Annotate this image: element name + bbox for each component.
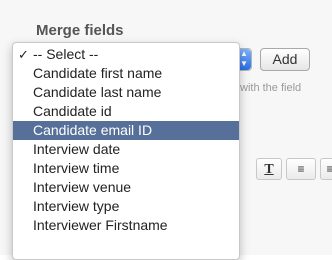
option-label: Candidate email ID [33,122,153,138]
dropdown-option[interactable]: Candidate id [13,102,239,121]
option-label: Interview time [33,160,120,176]
dropdown-option[interactable]: Interviewer Firstname [13,216,239,235]
dropdown-option[interactable]: Candidate first name [13,64,239,83]
option-label: Candidate last name [33,84,162,100]
option-label: Interview type [33,198,120,214]
merge-fields-heading: Merge fields [36,22,124,39]
merge-fields-dropdown[interactable]: ✓ -- Select -- Candidate first name Cand… [12,42,240,260]
editor-toolbar: T ≡ ≡ [252,158,332,182]
clear-format-icon: T [264,162,274,177]
clear-format-button[interactable]: T [256,158,282,180]
option-label: Interview venue [33,179,132,195]
dropdown-option[interactable]: Interview time [13,159,239,178]
option-label: Candidate first name [33,65,163,81]
dropdown-option-highlighted[interactable]: Candidate email ID [13,121,239,140]
checkmark-icon: ✓ [18,47,29,62]
align-center-button[interactable]: ≡ [320,158,332,180]
dropdown-option[interactable]: Candidate last name [13,83,239,102]
dropdown-option[interactable]: Interview venue [13,178,239,197]
option-label: -- Select -- [33,46,99,62]
option-label: Candidate id [33,103,112,119]
dropdown-option[interactable]: Interview type [13,197,239,216]
hint-text: with the field [240,82,302,94]
align-left-button[interactable]: ≡ [286,158,316,180]
dropdown-option-select[interactable]: ✓ -- Select -- [13,45,239,64]
dropdown-option[interactable]: Interview date [13,140,239,159]
option-label: Interviewer Firstname [33,217,168,233]
add-button[interactable]: Add [260,48,310,71]
align-left-icon: ≡ [297,162,305,176]
option-label: Interview date [33,141,121,157]
align-center-icon: ≡ [326,162,332,176]
